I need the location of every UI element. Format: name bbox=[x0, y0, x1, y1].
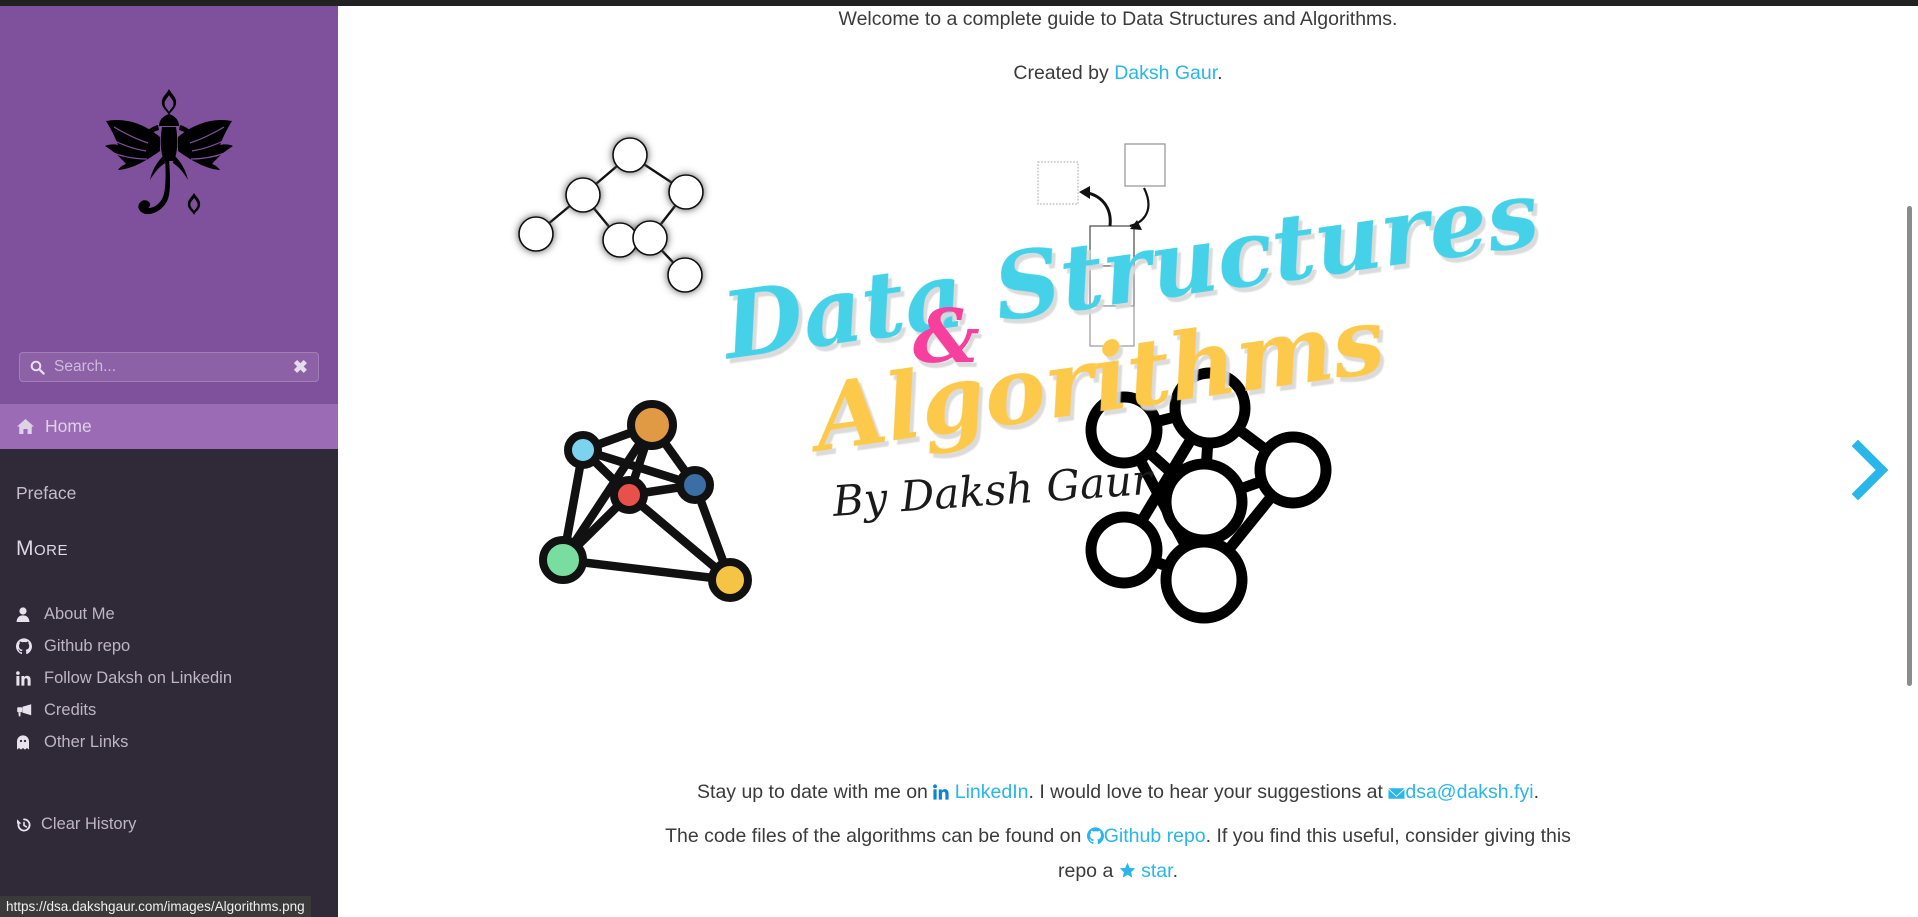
search-box[interactable]: ✖ bbox=[19, 352, 319, 382]
search-clear-icon[interactable]: ✖ bbox=[287, 358, 308, 376]
browser-top-strip bbox=[0, 0, 1918, 6]
sidebar-item-credits[interactable]: Credits bbox=[16, 694, 326, 726]
repo-star-suffix: . bbox=[1172, 860, 1178, 882]
star-icon bbox=[1119, 862, 1136, 885]
home-icon bbox=[16, 418, 35, 435]
created-by-suffix: . bbox=[1217, 62, 1223, 84]
code-mid: . If you find this useful, consider givi… bbox=[1205, 825, 1571, 847]
sidebar-item-home[interactable]: Home bbox=[0, 404, 338, 449]
sidebar-item-linkedin-label: Follow Daksh on Linkedin bbox=[44, 668, 233, 687]
stay-prefix: Stay up to date with me on bbox=[697, 781, 934, 803]
email-link[interactable]: dsa@daksh.fyi bbox=[1405, 781, 1533, 803]
page-root: ✖ Home Preface More bbox=[0, 0, 1918, 917]
sidebar-item-about-me-label: About Me bbox=[44, 604, 115, 623]
linkedin-icon bbox=[16, 670, 36, 686]
clear-history-label: Clear History bbox=[41, 815, 137, 833]
created-by-text: Created by Daksh Gaur. bbox=[338, 62, 1898, 85]
github-icon bbox=[1086, 827, 1104, 850]
github-icon bbox=[16, 638, 36, 654]
sidebar-item-github-repo[interactable]: Github repo bbox=[16, 630, 326, 662]
github-repo-link[interactable]: Github repo bbox=[1104, 825, 1206, 847]
history-icon bbox=[16, 817, 32, 833]
sidebar-item-home-label: Home bbox=[45, 416, 92, 436]
code-files-text-line2: repo a star. bbox=[338, 860, 1898, 885]
next-page-arrow[interactable] bbox=[1850, 439, 1890, 505]
ghost-icon bbox=[16, 734, 36, 750]
scrollbar-track[interactable] bbox=[1901, 6, 1918, 917]
sidebar-item-linkedin[interactable]: Follow Daksh on Linkedin bbox=[16, 662, 326, 694]
sidebar-item-about-me[interactable]: About Me bbox=[16, 598, 326, 630]
user-icon bbox=[16, 606, 36, 622]
sidebar-item-other-links[interactable]: Other Links bbox=[16, 726, 326, 758]
daksh-gaur-link[interactable]: Daksh Gaur bbox=[1114, 62, 1217, 84]
created-by-prefix: Created by bbox=[1013, 62, 1115, 84]
repo-star-prefix: repo a bbox=[1058, 860, 1119, 882]
star-link[interactable]: star bbox=[1141, 860, 1172, 882]
stay-updated-text: Stay up to date with me on LinkedIn. I w… bbox=[338, 781, 1898, 806]
sidebar-section-heading: More bbox=[16, 537, 68, 560]
sidebar-item-credits-label: Credits bbox=[44, 700, 97, 719]
clear-history-button[interactable]: Clear History bbox=[16, 815, 136, 834]
linkedin-icon bbox=[933, 783, 949, 806]
sidebar-item-github-repo-label: Github repo bbox=[44, 636, 131, 655]
sidebar-item-preface-label: Preface bbox=[16, 483, 77, 503]
code-prefix: The code files of the algorithms can be … bbox=[665, 825, 1087, 847]
main-content: Welcome to a complete guide to Data Stru… bbox=[338, 0, 1918, 917]
search-icon bbox=[30, 360, 45, 375]
sidebar-link-list: About Me Github repo Follow Daksh on Lin… bbox=[16, 598, 326, 758]
scrollbar-thumb[interactable] bbox=[1907, 206, 1912, 686]
sidebar-header: ✖ bbox=[0, 0, 338, 404]
status-bar-url: https://dsa.dakshgaur.com/images/Algorit… bbox=[0, 896, 311, 917]
search-input[interactable] bbox=[54, 358, 287, 376]
sidebar-item-preface[interactable]: Preface bbox=[16, 483, 76, 504]
binary-tree-diagram bbox=[535, 153, 687, 276]
bullhorn-icon bbox=[16, 703, 36, 717]
stay-mid: . I would love to hear your suggestions … bbox=[1028, 781, 1389, 803]
code-files-text: The code files of the algorithms can be … bbox=[338, 825, 1898, 850]
dragon-logo[interactable] bbox=[0, 6, 338, 306]
sidebar: ✖ Home Preface More bbox=[0, 0, 338, 917]
hero-image[interactable]: Data Structures & Algorithms By Daksh Ga… bbox=[338, 130, 1898, 750]
envelope-icon bbox=[1388, 783, 1405, 806]
stay-suffix: . bbox=[1533, 781, 1539, 803]
welcome-text: Welcome to a complete guide to Data Stru… bbox=[838, 8, 1398, 30]
linkedin-link[interactable]: LinkedIn bbox=[955, 781, 1029, 803]
sidebar-item-other-links-label: Other Links bbox=[44, 732, 129, 751]
